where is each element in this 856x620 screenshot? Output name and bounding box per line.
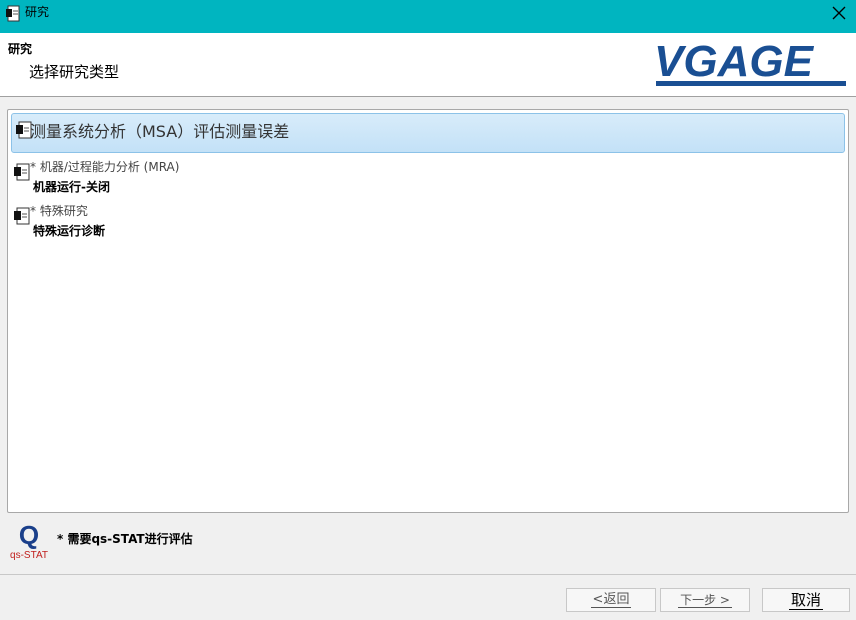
header-subtitle: 选择研究类型	[29, 63, 120, 81]
list-item-msa[interactable]: 测量系统分析（MSA）评估测量误差	[11, 113, 845, 153]
document-icon	[14, 163, 30, 181]
study-type-list[interactable]: 测量系统分析（MSA）评估测量误差 * 机器/过程能力分析 (MRA) 机器运行…	[7, 109, 849, 513]
document-icon	[6, 5, 20, 22]
qs-stat-note: * 需要qs-STAT进行评估	[57, 532, 193, 546]
close-icon[interactable]	[831, 5, 847, 21]
back-button[interactable]: <返回	[566, 588, 656, 612]
vgage-logo: VGAGE	[654, 38, 846, 86]
cancel-button[interactable]: 取消	[762, 588, 850, 612]
divider	[0, 574, 856, 575]
list-item-label: * 特殊研究	[30, 204, 88, 218]
wizard-header: 研究 选择研究类型 VGAGE	[0, 33, 856, 97]
next-button-label: 下一步 >	[678, 593, 732, 608]
header-title: 研究	[8, 42, 33, 56]
cancel-button-label: 取消	[788, 591, 823, 610]
list-item-mra[interactable]: * 机器/过程能力分析 (MRA) 机器运行-关闭	[13, 158, 413, 198]
next-button[interactable]: 下一步 >	[660, 588, 750, 612]
qs-logo-text: qs-STAT	[10, 550, 48, 561]
document-icon	[14, 207, 30, 225]
title-bar: 研究	[0, 0, 856, 33]
list-item-special[interactable]: * 特殊研究 特殊运行诊断	[13, 202, 413, 242]
qs-stat-logo: Q qs-STAT	[10, 520, 48, 561]
back-button-label: <返回	[590, 592, 632, 608]
list-item-label: * 机器/过程能力分析 (MRA)	[30, 160, 180, 174]
logo-text: VGAGE	[654, 38, 815, 86]
list-item-sublabel: 特殊运行诊断	[33, 224, 106, 238]
list-item-sublabel: 机器运行-关闭	[33, 180, 110, 194]
qs-logo-letter: Q	[19, 520, 39, 550]
list-item-label: 测量系统分析（MSA）评估测量误差	[30, 122, 290, 141]
window-title: 研究	[25, 5, 50, 19]
